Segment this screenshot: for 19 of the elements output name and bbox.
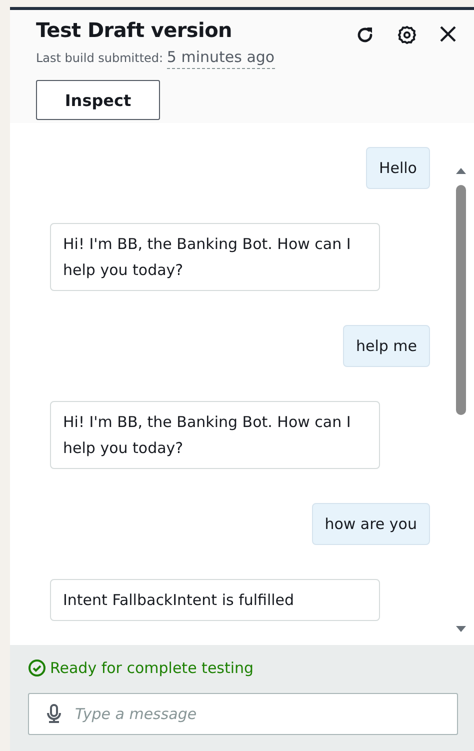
bot-message: Intent FallbackIntent is fulfilled xyxy=(50,579,380,621)
build-label: Last build submitted: xyxy=(36,51,164,65)
scroll-down-icon[interactable] xyxy=(455,625,467,633)
scroll-up-icon[interactable] xyxy=(455,167,467,175)
panel-title: Test Draft version xyxy=(36,18,233,42)
inspect-button[interactable]: Inspect xyxy=(36,80,160,120)
message-field[interactable]: Type a message xyxy=(28,693,458,735)
bot-message: Hi! I'm BB, the Banking Bot. How can I help you today? xyxy=(50,401,380,469)
microphone-icon[interactable] xyxy=(46,704,62,724)
scrollbar-thumb[interactable] xyxy=(456,185,466,415)
user-message: Hello xyxy=(366,147,430,189)
settings-icon[interactable] xyxy=(396,24,418,46)
status-text: Ready for complete testing xyxy=(50,659,254,677)
user-message: help me xyxy=(342,325,430,367)
build-time: 5 minutes ago xyxy=(166,48,275,69)
close-icon[interactable] xyxy=(438,24,458,44)
user-message: how are you xyxy=(312,503,430,545)
bot-message: Hi! I'm BB, the Banking Bot. How can I help you today? xyxy=(50,223,380,291)
check-circle-icon xyxy=(28,659,46,677)
